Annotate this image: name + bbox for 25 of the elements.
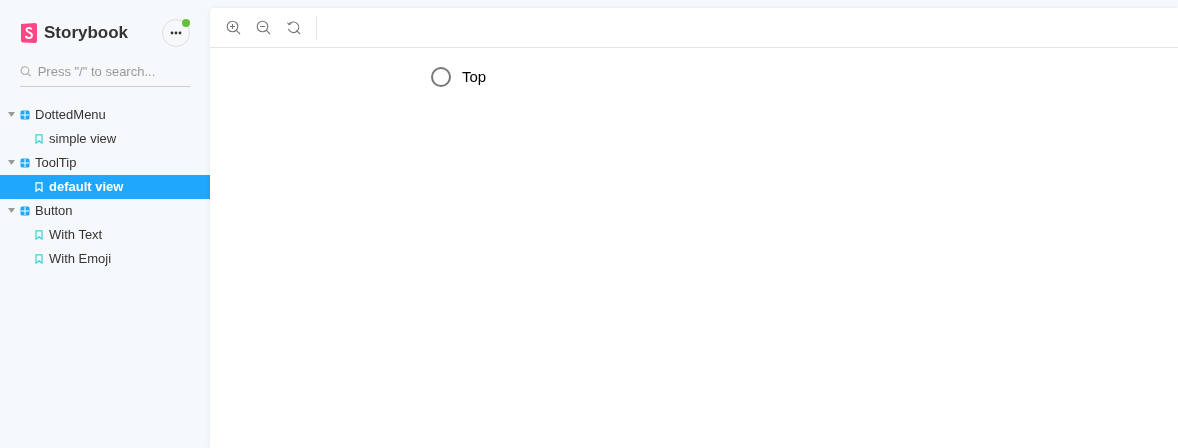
caret-icon	[8, 208, 15, 213]
search-field[interactable]: Press "/" to search...	[37, 62, 190, 82]
brand-name: Storybook	[44, 22, 129, 45]
caret-icon	[8, 160, 15, 165]
search-icon	[20, 65, 32, 79]
component-icon	[20, 205, 30, 216]
tree-item[interactable]: DottedMenu	[0, 102, 210, 127]
tree-item[interactable]: ToolTip	[0, 150, 210, 175]
story-item[interactable]: With Text	[0, 222, 210, 247]
preview-label: Top	[462, 67, 487, 87]
logo-icon	[20, 22, 38, 44]
zoom-in-button[interactable]	[226, 19, 242, 36]
zoom-out-button[interactable]	[256, 19, 272, 36]
caret-icon	[8, 112, 15, 117]
ellipsis-icon	[170, 31, 182, 35]
reset-zoom-button[interactable]	[286, 19, 302, 36]
tree-item[interactable]: Button	[0, 198, 210, 223]
bookmark-icon	[35, 133, 43, 144]
bookmark-icon	[35, 229, 43, 240]
component-icon	[20, 157, 30, 168]
bookmark-icon	[35, 181, 43, 192]
bookmark-icon	[35, 253, 43, 264]
component-icon	[20, 109, 30, 120]
story-item[interactable]: With Emoji	[0, 246, 210, 271]
story-item[interactable]: simple view	[0, 126, 210, 151]
